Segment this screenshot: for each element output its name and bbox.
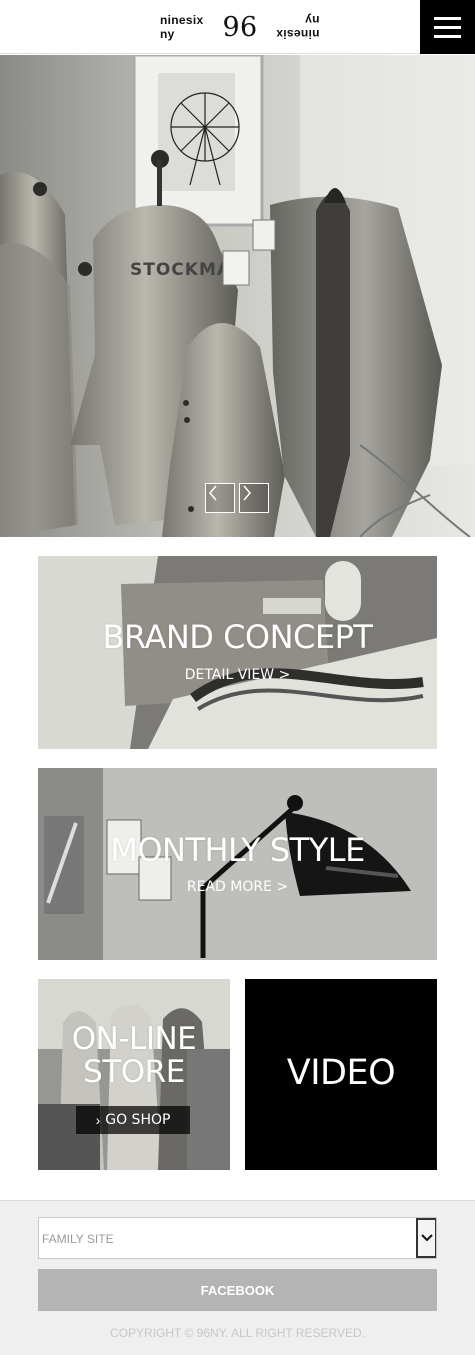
copyright-text: COPYRIGHT © 96NY. ALL RIGHT RESERVED. (110, 1326, 365, 1340)
hero-next-button[interactable] (239, 483, 269, 513)
hero-prev-button[interactable] (205, 483, 235, 513)
family-site-selected-value: FAMILY SITE (42, 1232, 114, 1246)
site-footer: FAMILY SITE FACEBOOK COPYRIGHT © 96NY. A… (0, 1200, 475, 1355)
online-store-title: ON-LINE STORE (38, 1023, 230, 1088)
logo-text-mirrored: ninesix ny (276, 13, 320, 41)
hero-image: STOCKMAN (0, 55, 475, 537)
hero-slider: STOCKMAN (0, 55, 475, 537)
online-store-title-line2: STORE (83, 1053, 185, 1090)
chevron-right-icon (243, 485, 251, 501)
brand-concept-card[interactable]: BRAND CONCEPT DETAIL VIEW > (38, 556, 437, 749)
brand-concept-title: BRAND CONCEPT (102, 618, 373, 656)
site-logo[interactable]: ninesix ny 96 ninesix ny (160, 12, 320, 42)
hamburger-menu-icon-bar-3 (434, 34, 461, 38)
monthly-style-title: MONTHLY STYLE (110, 831, 365, 869)
brand-concept-link[interactable]: DETAIL VIEW > (38, 667, 437, 683)
monthly-style-link[interactable]: READ MORE > (38, 879, 437, 895)
hamburger-menu-icon (434, 16, 461, 20)
online-store-title-line1: ON-LINE (71, 1021, 197, 1057)
video-title: VIDEO (286, 1053, 396, 1093)
family-site-dropdown-button[interactable] (416, 1218, 436, 1258)
hamburger-menu-icon-bar-2 (434, 25, 461, 29)
online-store-card[interactable]: ON-LINE STORE › GO SHOP (38, 979, 230, 1170)
video-card[interactable]: VIDEO (245, 979, 437, 1170)
go-shop-label: GO SHOP (105, 1112, 171, 1128)
hamburger-menu-button[interactable] (420, 0, 475, 54)
monthly-style-card[interactable]: MONTHLY STYLE READ MORE > (38, 768, 437, 960)
logo-text-left: ninesix ny (160, 13, 204, 41)
logo-mark: 96 (222, 11, 258, 43)
family-site-select[interactable]: FAMILY SITE (38, 1217, 437, 1259)
chevron-down-icon (420, 1234, 433, 1242)
go-shop-button[interactable]: › GO SHOP (76, 1106, 190, 1134)
facebook-button[interactable]: FACEBOOK (38, 1269, 437, 1311)
chevron-left-icon (209, 485, 217, 501)
site-header: ninesix ny 96 ninesix ny (0, 0, 475, 54)
chevron-right-small-icon: › (95, 1112, 101, 1128)
